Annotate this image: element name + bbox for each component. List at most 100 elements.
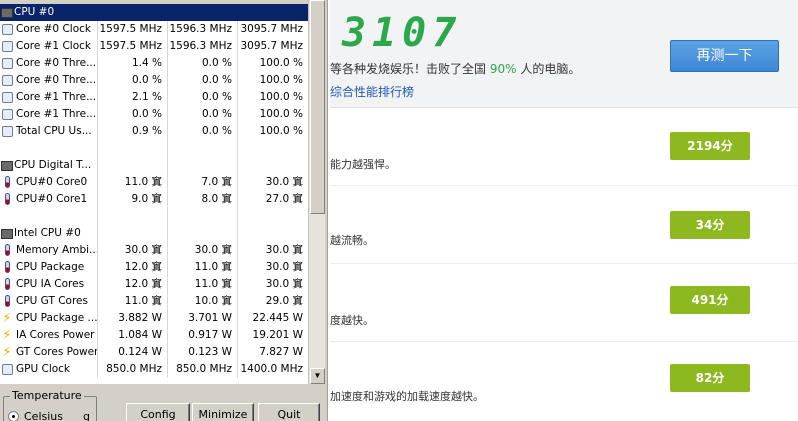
sensor-row[interactable]: Core #1 Thre... 0.0 % 0.0 % 100.0 % (0, 106, 308, 123)
sensor-name: Core #1 Clock (16, 40, 91, 52)
cpu-chip-icon (1, 229, 13, 239)
sensor-name: CPU GT Cores (16, 295, 88, 307)
sensor-value-min: 0.917 W (168, 327, 238, 344)
sensor-value-min (168, 4, 238, 21)
sensor-value-max: 1400.0 MHz (240, 363, 303, 375)
sensor-value-current (98, 208, 168, 225)
sensor-name-cell: CPU#0 Core0 (0, 174, 98, 191)
sensor-name-cell: Intel CPU #0 (0, 225, 98, 242)
temperature-suffix: g (83, 410, 90, 421)
sensor-row[interactable]: CPU#0 Core0 11.0 窴 7.0 窴 30.0 窴 (0, 174, 308, 191)
sensor-row[interactable]: ⚡ CPU Package ... 3.882 W 3.701 W 22.445 W (0, 310, 308, 327)
sensor-name: IA Cores Power (16, 329, 95, 341)
sensor-name: CPU IA Cores (16, 278, 85, 290)
score-item-desc: 度越快。 (330, 314, 374, 327)
sensor-row[interactable]: Core #1 Thre... 2.1 % 0.0 % 100.0 % (0, 89, 308, 106)
sensor-row[interactable]: GPU Clock 850.0 MHz 850.0 MHz 1400.0 MHz (0, 361, 308, 378)
sensor-value-max (238, 208, 308, 225)
sensor-row[interactable]: ⚡ IA Cores Power 1.084 W 0.917 W 19.201 W (0, 327, 308, 344)
bolt-icon: ⚡ (2, 311, 12, 326)
sensor-value-min: 7.0 窴 (168, 174, 238, 191)
sensor-name-cell: ⚡ GT Cores Power (0, 344, 98, 361)
total-score: 3107 (342, 10, 463, 56)
sensor-row[interactable]: Core #0 Thre... 0.0 % 0.0 % 100.0 % (0, 72, 308, 89)
sensor-row[interactable]: CPU Package 12.0 窴 11.0 窴 30.0 窴 (0, 259, 308, 276)
sensor-row[interactable]: CPU#0 Core1 9.0 窴 8.0 窴 27.0 窴 (0, 191, 308, 208)
sensor-row[interactable]: ⚡ GT Cores Power 0.124 W 0.123 W 7.827 W (0, 344, 308, 361)
sensor-value-min: 0.0 % (168, 72, 238, 89)
retest-button[interactable]: 再测一下 (670, 40, 779, 72)
sensor-name-cell: CPU Digital T... (0, 157, 98, 174)
gauge-icon (2, 109, 13, 120)
sensor-group-row[interactable]: CPU #0 (0, 4, 308, 21)
sensor-value-min: 10.0 窴 (168, 293, 238, 310)
thermometer-icon (5, 295, 10, 307)
sensor-name: CPU#0 Core0 (16, 176, 88, 188)
sensor-row[interactable]: Core #1 Clock 1597.5 MHz 1596.3 MHz 3095.7 … (0, 38, 308, 55)
sensor-row[interactable]: Total CPU Us... 0.9 % 0.0 % 100.0 % (0, 123, 308, 140)
score-item-desc: 加速度和游戏的加载速度越快。 (330, 390, 484, 403)
sensor-value-current (98, 140, 168, 157)
cpu-chip-icon (1, 8, 13, 18)
sensor-value-current: 0.0 % (98, 106, 168, 123)
bolt-icon: ⚡ (2, 345, 12, 360)
summary-percent: 90% (489, 62, 517, 76)
sensor-name-cell: CPU GT Cores (0, 293, 98, 310)
score-item-desc: 越流畅。 (330, 234, 374, 247)
sensor-value-current: 1597.5 MHz (98, 21, 168, 38)
score-item-desc: 能力越强悍。 (330, 158, 396, 171)
sensor-value-min: 0.123 W (168, 344, 238, 361)
celsius-radio[interactable] (8, 411, 19, 421)
sensor-value-current (98, 4, 168, 21)
temperature-group: Temperature Celsius g (3, 389, 97, 421)
sensor-value-current: 9.0 窴 (98, 191, 168, 208)
vertical-scrollbar[interactable]: ▼ (308, 0, 325, 384)
celsius-label[interactable]: Celsius (24, 410, 63, 421)
sensor-name-cell: Core #1 Thre... (0, 89, 98, 106)
sensor-value-max: 3095.7 MHz (240, 40, 303, 52)
quit-button[interactable]: Quit (258, 403, 320, 421)
scrollbar-thumb[interactable] (310, 0, 325, 214)
sensor-group-row[interactable]: CPU Digital T... (0, 157, 308, 174)
sensor-value-min: 0.0 % (168, 123, 238, 140)
score-item-graphics: 越流畅。 34分 (330, 186, 798, 264)
performance-ranking-link[interactable]: 综合性能排行榜 (330, 83, 414, 100)
thermometer-icon (5, 193, 10, 205)
thermometer-icon (5, 261, 10, 273)
sensor-value-max: 22.445 W (252, 312, 303, 324)
sensor-value-current: 12.0 窴 (98, 276, 168, 293)
summary-suffix: 人的电脑。 (516, 62, 581, 76)
sensor-row[interactable]: CPU IA Cores 12.0 窴 11.0 窴 30.0 窴 (0, 276, 308, 293)
sensor-name: CPU #0 (14, 6, 55, 18)
scroll-down-arrow-icon[interactable]: ▼ (310, 368, 325, 384)
config-button[interactable]: Config (126, 403, 190, 421)
sensor-row[interactable]: Core #0 Clock 1597.5 MHz 1596.3 MHz 3095.7 … (0, 21, 308, 38)
sensor-list[interactable]: CPU #0 Core #0 Clock 1597.5 MHz 1596.3 MHz 3… (0, 4, 308, 384)
sensor-name-cell: ⚡ IA Cores Power (0, 327, 98, 344)
sensor-name: CPU Digital T... (14, 159, 92, 171)
sensor-row[interactable]: Core #0 Thre... 1.4 % 0.0 % 100.0 % (0, 55, 308, 72)
sensor-row[interactable]: Memory Ambi... 30.0 窴 30.0 窴 30.0 窴 (0, 242, 308, 259)
sensor-value-min: 3.701 W (168, 310, 238, 327)
sensor-value-max: 100.0 % (259, 91, 303, 103)
sensor-name: GPU Clock (16, 363, 71, 375)
score-badge: 491分 (670, 286, 750, 314)
sensor-value-max: 100.0 % (259, 74, 303, 86)
minimize-button[interactable]: Minimize (192, 403, 254, 421)
sensor-value-current: 30.0 窴 (98, 242, 168, 259)
sensor-value-min: 0.0 % (168, 55, 238, 72)
bolt-icon: ⚡ (2, 328, 12, 343)
sensor-value-max: 30.0 窴 (265, 244, 303, 256)
benchmark-panel: 3107 等各种发烧娱乐！击败了全国 90% 人的电脑。 综合性能排行榜 再测一… (330, 0, 798, 421)
sensor-name-cell: Core #0 Clock (0, 21, 98, 38)
sensor-name-cell: CPU#0 Core1 (0, 191, 98, 208)
sensor-value-current (98, 225, 168, 242)
gauge-icon (2, 92, 13, 103)
gauge-icon (2, 126, 13, 137)
sensor-name-cell: Total CPU Us... (0, 123, 98, 140)
sensor-name: Intel CPU #0 (14, 227, 81, 239)
sensor-row[interactable]: CPU GT Cores 11.0 窴 10.0 窴 29.0 窴 (0, 293, 308, 310)
sensor-name: Core #0 Thre... (16, 74, 97, 86)
sensor-value-max: 30.0 窴 (265, 261, 303, 273)
sensor-group-row[interactable]: Intel CPU #0 (0, 225, 308, 242)
